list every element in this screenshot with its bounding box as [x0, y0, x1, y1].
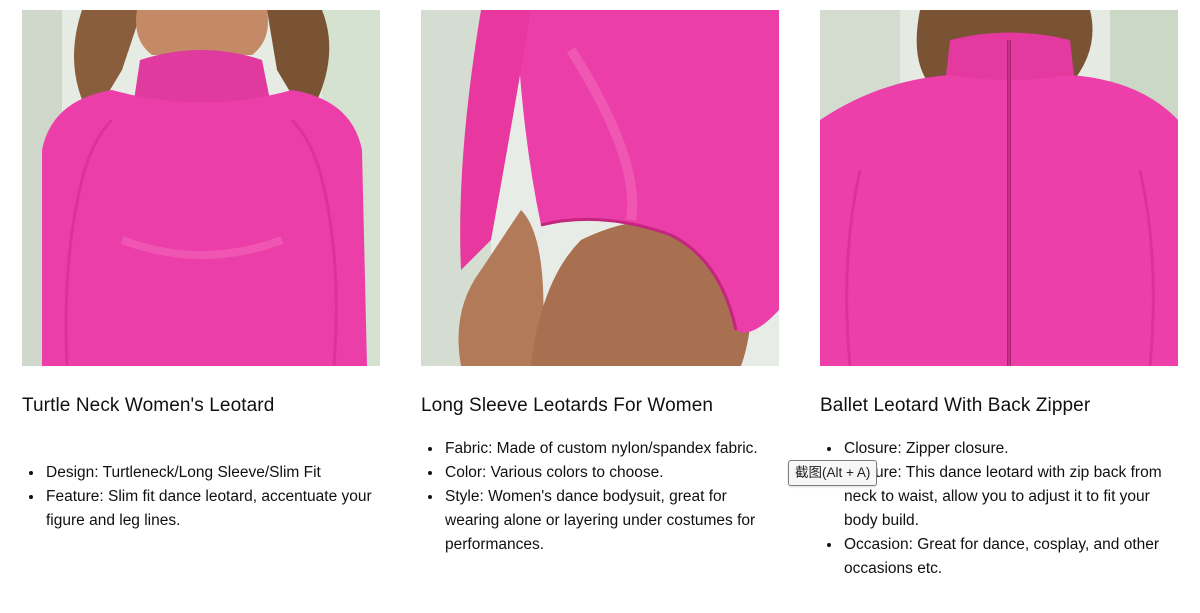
- product-title: Long Sleeve Leotards For Women: [421, 395, 714, 416]
- list-item: Style: Women's dance bodysuit, great for…: [443, 485, 783, 557]
- feature-list: Fabric: Made of custom nylon/spandex fab…: [421, 437, 783, 557]
- list-item: Feature: This dance leotard with zip bac…: [842, 461, 1182, 533]
- product-card-turtleneck: Turtle Neck Women's Leotard Design: Turt…: [22, 10, 380, 529]
- product-title: Ballet Leotard With Back Zipper: [820, 395, 1091, 416]
- feature-list: Closure: Zipper closure. Feature: This d…: [820, 437, 1182, 581]
- feature-list: Design: Turtleneck/Long Sleeve/Slim Fit …: [22, 461, 384, 533]
- screenshot-tooltip[interactable]: 截图(Alt + A): [788, 460, 878, 486]
- list-item: Fabric: Made of custom nylon/spandex fab…: [443, 437, 783, 461]
- list-item: Design: Turtleneck/Long Sleeve/Slim Fit: [44, 461, 384, 485]
- product-image-long-sleeve[interactable]: [421, 10, 779, 366]
- list-item: Closure: Zipper closure.: [842, 437, 1182, 461]
- product-image-back-zipper[interactable]: [820, 10, 1178, 366]
- list-item: Feature: Slim fit dance leotard, accentu…: [44, 485, 384, 533]
- product-image-turtleneck[interactable]: [22, 10, 380, 366]
- list-item: Occasion: Great for dance, cosplay, and …: [842, 533, 1182, 581]
- product-card-back-zipper: Ballet Leotard With Back Zipper Closure:…: [820, 10, 1178, 577]
- product-card-long-sleeve: Long Sleeve Leotards For Women Fabric: M…: [421, 10, 779, 553]
- product-title: Turtle Neck Women's Leotard: [22, 395, 275, 416]
- list-item: Color: Various colors to choose.: [443, 461, 783, 485]
